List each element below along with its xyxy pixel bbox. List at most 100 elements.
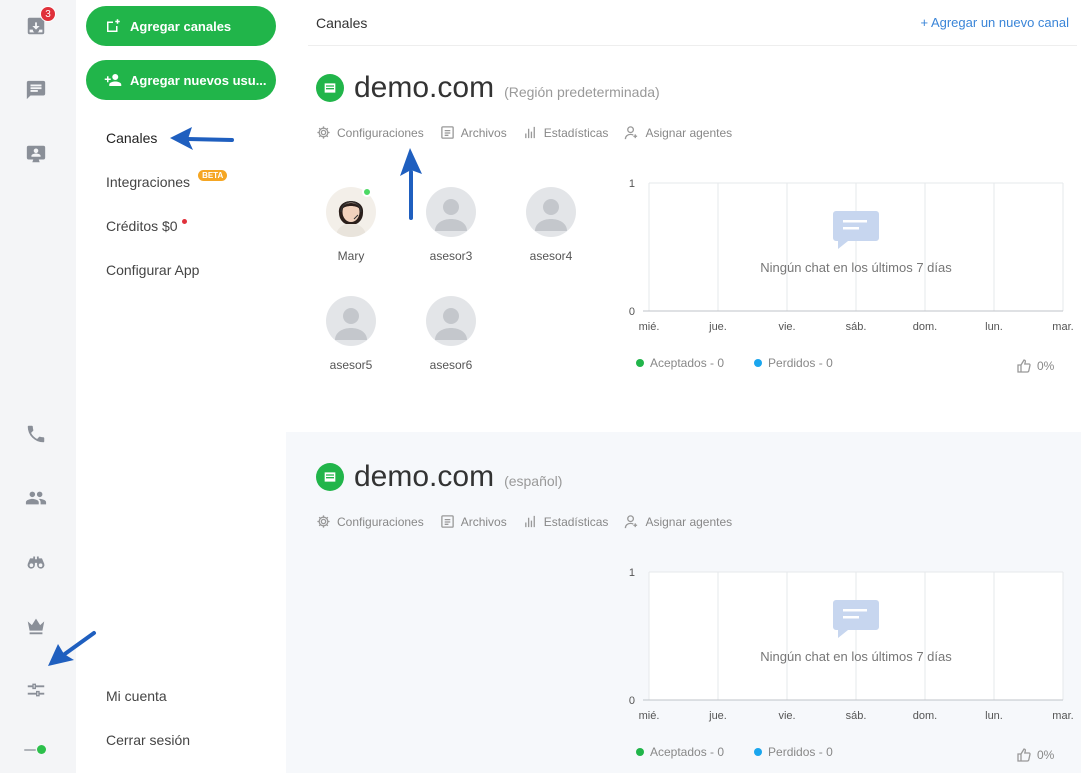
- team-nav-button[interactable]: [22, 484, 50, 512]
- monitor-nav-button[interactable]: [22, 548, 50, 576]
- file-list-icon: [440, 126, 454, 139]
- tab-archivos[interactable]: Archivos: [440, 125, 507, 140]
- tab-label: Estadísticas: [543, 125, 609, 140]
- chart-legend: Aceptados - 0 Perdidos - 0: [636, 745, 833, 759]
- channel-card: demo.com (español) Configuraciones Archi…: [286, 432, 1081, 773]
- inbox-count-badge: 3: [40, 6, 56, 22]
- legend-dot: [754, 359, 763, 367]
- sidebar-item-canales[interactable]: Canales: [106, 130, 157, 146]
- x-tick-label: lun.: [985, 710, 1003, 722]
- status-line: [24, 749, 36, 751]
- inbox-nav-button[interactable]: 3: [22, 6, 56, 40]
- add-person-icon: [625, 515, 638, 529]
- tab-configuraciones[interactable]: Configuraciones: [316, 514, 424, 529]
- x-tick-label: dom.: [913, 710, 937, 722]
- channel-logo-icon: [316, 74, 344, 102]
- agent-name: asesor6: [429, 358, 473, 372]
- agent-name: asesor4: [529, 249, 573, 263]
- agent-card[interactable]: asesor4: [511, 187, 591, 263]
- bar-chart-icon: [524, 515, 535, 528]
- sidebar-item-label: Integraciones: [106, 174, 191, 190]
- tab-label: Asignar agentes: [645, 125, 733, 140]
- status-toggle[interactable]: [24, 744, 48, 756]
- channel-card: demo.com (Región predeterminada) Configu…: [286, 47, 1081, 432]
- stats-chart: 0 1 mié. jue. vie. sáb. dom. lun. mar. Ningún cha…: [626, 175, 1074, 335]
- tab-estadisticas[interactable]: Estadísticas: [523, 125, 609, 140]
- agent-card[interactable]: asesor5: [311, 296, 391, 372]
- tab-configuraciones[interactable]: Configuraciones: [316, 125, 424, 140]
- y-tick-label: 0: [629, 695, 635, 707]
- channel-region: (Región predeterminada): [504, 84, 660, 100]
- visitors-nav-button[interactable]: [22, 140, 50, 168]
- sidebar-item-label: Créditos $0: [106, 218, 178, 234]
- tab-asignar-agentes[interactable]: Asignar agentes: [624, 125, 732, 140]
- channel-region: (español): [504, 473, 563, 489]
- y-tick-label: 1: [629, 567, 635, 579]
- empty-chart-message: Ningún chat en los últimos 7 días: [760, 649, 952, 664]
- sidebar-item-configurar-app[interactable]: Configurar App: [106, 262, 199, 278]
- agent-name: asesor3: [429, 249, 473, 263]
- thumbs-up-icon: [1017, 748, 1031, 762]
- agent-card[interactable]: Mary: [311, 187, 391, 263]
- add-square-icon: [107, 19, 120, 32]
- agent-name: asesor5: [329, 358, 373, 372]
- calls-nav-button[interactable]: [22, 420, 50, 448]
- legend-label: Perdidos - 0: [768, 356, 833, 370]
- legend-item-lost: Perdidos - 0: [754, 745, 833, 759]
- y-tick-label: 1: [629, 178, 635, 190]
- avatar: [426, 296, 476, 346]
- channel-actions: Configuraciones Archivos Estadísticas As…: [316, 125, 732, 140]
- agent-name: Mary: [337, 249, 365, 263]
- legend-item-lost: Perdidos - 0: [754, 356, 833, 370]
- x-tick-label: mié.: [639, 710, 660, 722]
- tab-label: Archivos: [460, 514, 507, 529]
- tab-estadisticas[interactable]: Estadísticas: [523, 514, 609, 529]
- sidebar-item-integraciones[interactable]: Integraciones BETA: [106, 169, 228, 190]
- sidebar-item-mi-cuenta[interactable]: Mi cuenta: [106, 688, 167, 704]
- thumbs-up-icon: [1017, 359, 1031, 373]
- add-channels-button[interactable]: Agregar canales: [86, 6, 276, 46]
- chats-nav-button[interactable]: [22, 76, 50, 104]
- avatar: [426, 187, 476, 237]
- online-status-dot: [37, 745, 46, 754]
- chart-legend: Aceptados - 0 Perdidos - 0: [636, 356, 833, 370]
- default-avatar-icon: [335, 308, 367, 340]
- phone-icon: [27, 425, 45, 443]
- channel-name: demo.com: [354, 71, 495, 104]
- settings-sidebar: Agregar canales Agregar nuevos usu... Ca…: [76, 0, 286, 773]
- tab-label: Estadísticas: [543, 514, 609, 529]
- sidebar-item-creditos[interactable]: Créditos $0: [106, 218, 187, 234]
- add-users-button[interactable]: Agregar nuevos usu...: [86, 60, 276, 100]
- tab-asignar-agentes[interactable]: Asignar agentes: [624, 514, 732, 529]
- rating-value: 0%: [1037, 359, 1055, 373]
- add-new-channel-link[interactable]: + Agregar un nuevo canal: [920, 15, 1069, 30]
- x-tick-label: mar.: [1052, 321, 1073, 333]
- empty-chart-message: Ningún chat en los últimos 7 días: [760, 260, 952, 275]
- notification-dot: [181, 218, 187, 224]
- legend-dot: [636, 748, 644, 756]
- settings-nav-button[interactable]: [22, 676, 50, 704]
- agent-card[interactable]: asesor6: [411, 296, 491, 372]
- tab-archivos[interactable]: Archivos: [440, 514, 507, 529]
- legend-label: Aceptados - 0: [650, 356, 725, 370]
- chart-svg: 0 1 mié. jue. vie. sáb. dom. lun. mar.: [629, 567, 1074, 722]
- sidebar-item-cerrar-sesion[interactable]: Cerrar sesión: [106, 732, 190, 748]
- default-avatar-icon: [435, 199, 467, 231]
- stats-chart: 0 1 mié. jue. vie. sáb. dom. lun. mar. Ningún cha…: [626, 564, 1074, 724]
- y-tick-label: 0: [629, 306, 635, 318]
- x-tick-label: lun.: [985, 321, 1003, 333]
- avatar: [526, 187, 576, 237]
- add-person-icon: [104, 74, 122, 86]
- people-icon: [25, 491, 47, 505]
- default-avatar-icon: [535, 199, 567, 231]
- channel-header: demo.com (Región predeterminada): [316, 71, 660, 105]
- chart-svg: 0 1 mié. jue. vie. sáb. dom. lun. mar.: [629, 178, 1074, 333]
- x-tick-label: vie.: [778, 710, 795, 722]
- x-tick-label: vie.: [778, 321, 795, 333]
- annotation-arrow-canales: [170, 127, 234, 150]
- satisfaction-rating: 0%: [1016, 358, 1054, 374]
- page-title: Canales: [316, 14, 368, 31]
- channel-name: demo.com: [354, 460, 495, 493]
- gear-icon: [317, 515, 330, 528]
- chat-icon: [26, 80, 46, 100]
